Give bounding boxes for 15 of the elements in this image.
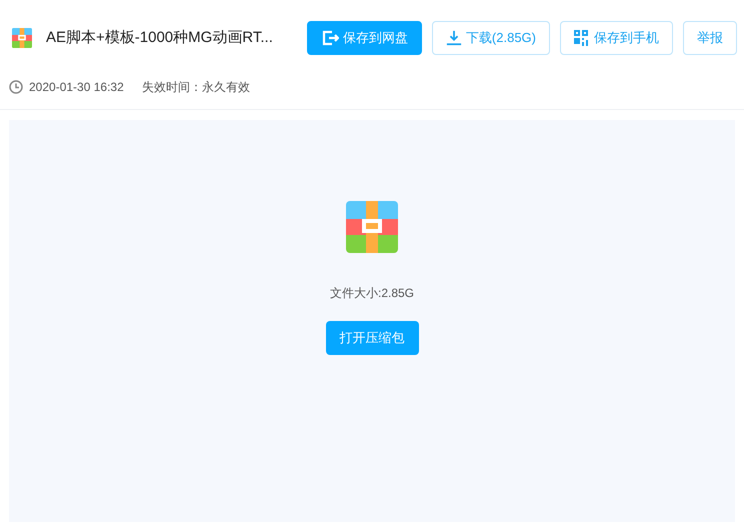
save-to-cloud-button[interactable]: 保存到网盘 — [306, 21, 422, 55]
file-size-text: 文件大小:2.85G — [330, 285, 414, 302]
qr-code-icon — [574, 30, 590, 46]
upload-date: 2020-01-30 16:32 — [29, 79, 124, 96]
clock-icon — [9, 80, 23, 94]
export-icon — [320, 29, 339, 47]
archive-icon — [346, 201, 398, 253]
expiry-text: 失效时间：永久有效 — [142, 79, 250, 96]
action-button[interactable]: 举报 — [683, 21, 737, 55]
download-icon — [446, 30, 462, 46]
open-archive-button[interactable]: 打开压缩包 — [326, 321, 418, 355]
file-title: AE脚本+模板-1000种MG动画RT... — [46, 28, 273, 48]
action-button[interactable]: 保存到手机 — [560, 21, 673, 55]
archive-icon — [12, 28, 32, 48]
action-button[interactable]: 下载(2.85G) — [432, 21, 550, 55]
